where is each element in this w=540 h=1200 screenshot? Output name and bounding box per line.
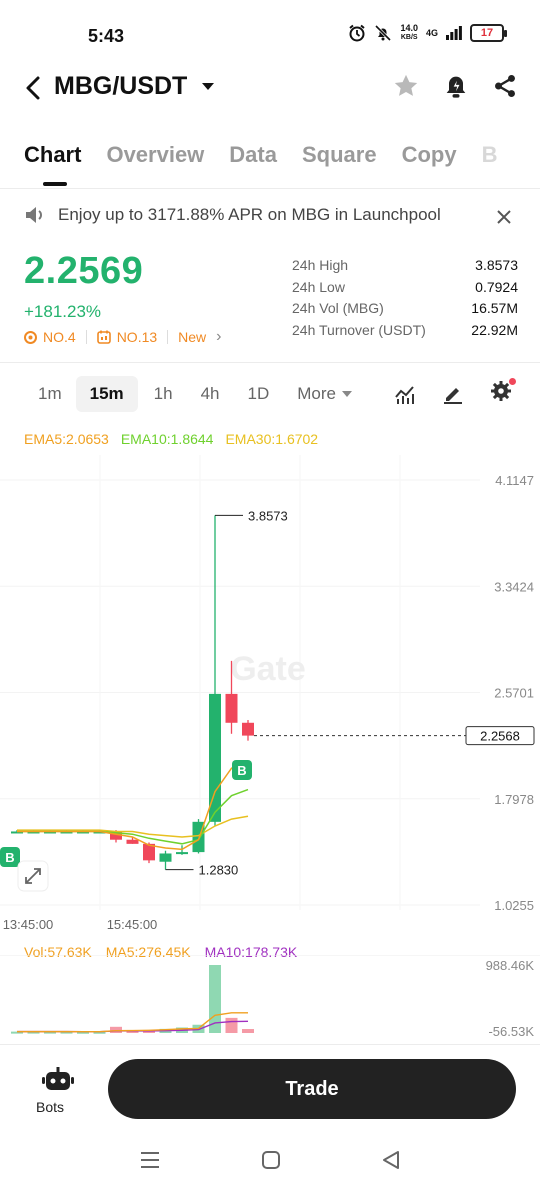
home-icon[interactable]	[261, 1150, 281, 1170]
volume-bar	[110, 1026, 122, 1033]
tf-4h[interactable]: 4h	[187, 376, 234, 412]
watermark-text: Gate	[230, 650, 306, 688]
tab-copy[interactable]: Copy	[402, 142, 457, 168]
candle-body	[159, 853, 172, 862]
tab-square[interactable]: Square	[302, 142, 377, 168]
stat-24h-high: 24h High 3.8573	[292, 257, 518, 273]
volume-bar	[242, 1029, 254, 1033]
rank-badge-2[interactable]: NO.13	[96, 329, 157, 345]
signal-icon	[446, 26, 462, 40]
alarm-icon	[349, 24, 366, 42]
header-actions	[392, 72, 518, 100]
caret-down-icon[interactable]	[201, 82, 215, 92]
tf-15m[interactable]: 15m	[75, 376, 138, 412]
menu-icon[interactable]	[139, 1150, 161, 1170]
caret-down-icon	[341, 390, 352, 397]
buy-badge-label: B	[5, 850, 14, 865]
bots-label[interactable]: Bots	[36, 1099, 64, 1115]
y-tick-label: 2.5701	[494, 686, 534, 701]
new-tag[interactable]: New	[178, 329, 206, 345]
volume-chart[interactable]: 988.46K -56.53K	[0, 955, 540, 1045]
candle-body	[225, 693, 238, 723]
rank-separator	[167, 330, 169, 344]
tab-bar: Chart Overview Data Square Copy B	[24, 142, 524, 168]
draw-pen-icon[interactable]	[442, 383, 464, 405]
volume-max-label: 988.46K	[486, 958, 535, 973]
low-marker-label: 1.2830	[199, 863, 239, 878]
network-type: 4G	[425, 28, 438, 38]
calendar-icon	[96, 330, 111, 344]
trade-button[interactable]: Trade	[108, 1059, 516, 1119]
pair-title[interactable]: MBG/USDT	[54, 72, 187, 101]
speaker-icon	[26, 207, 42, 223]
ema30-label: EMA30:1.6702	[225, 431, 319, 447]
rank-circle-icon	[24, 330, 37, 344]
status-time: 5:43	[88, 26, 125, 46]
notification-dot	[509, 378, 516, 385]
y-tick-label: 1.0255	[494, 898, 534, 913]
last-price: 2.2569	[24, 250, 144, 292]
robot-icon[interactable]	[40, 1066, 76, 1094]
status-icons: 14.0 KB/S 4G 17	[348, 23, 507, 42]
timeframe-bar: 1m 15m 1h 4h 1D More	[24, 376, 366, 412]
settings-button[interactable]	[490, 378, 516, 407]
alert-bell-icon[interactable]	[442, 72, 470, 100]
divider	[0, 362, 540, 363]
price-change: +181.23%	[24, 302, 102, 321]
ema10-label: EMA10:1.8644	[120, 431, 214, 447]
back-triangle-icon[interactable]	[381, 1150, 401, 1170]
close-icon[interactable]	[496, 209, 512, 225]
y-tick-label: 3.3424	[494, 579, 534, 594]
y-tick-label: 1.7978	[494, 792, 534, 807]
candle-body	[126, 839, 139, 844]
volume-bar	[225, 1017, 238, 1033]
x-tick-label: 15:45:00	[107, 917, 158, 932]
tab-overview[interactable]: Overview	[106, 142, 204, 168]
volume-min-label: -56.53K	[488, 1024, 534, 1039]
y-tick-label: 4.1147	[495, 473, 534, 488]
high-marker-label: 3.8573	[248, 508, 288, 523]
stat-24h-turnover: 24h Turnover (USDT) 22.92M	[292, 321, 518, 338]
mute-bell-icon	[375, 24, 392, 42]
tab-overflow[interactable]: B	[482, 142, 498, 168]
tf-1h[interactable]: 1h	[140, 376, 187, 412]
buy-badge-label: B	[237, 763, 246, 778]
stat-24h-low: 24h Low 0.7924	[292, 278, 518, 295]
chevron-right-icon[interactable]: ›	[216, 328, 221, 346]
tf-1m[interactable]: 1m	[24, 376, 76, 412]
rank-separator	[85, 330, 87, 344]
tab-chart[interactable]: Chart	[24, 142, 81, 168]
stat-24h-vol: 24h Vol (MBG) 16.57M	[292, 300, 518, 316]
x-tick-label: 13:45:00	[3, 917, 54, 932]
rank-row[interactable]: NO.4 NO.13 New ›	[24, 328, 222, 346]
tf-1d[interactable]: 1D	[234, 376, 284, 412]
announcement-banner[interactable]: Enjoy up to 3171.88% APR on MBG in Launc…	[24, 205, 441, 225]
ema-legend: EMA5:2.0653 EMA10:1.8644 EMA30:1.6702	[24, 431, 318, 447]
stats-panel: 24h High 3.8573 24h Low 0.7924 24h Vol (MB…	[292, 257, 518, 343]
candle-body	[176, 852, 188, 855]
ema5-label: EMA5:2.0653	[24, 431, 109, 447]
banner-text: Enjoy up to 3171.88% APR on MBG in Launc…	[58, 205, 441, 224]
tab-active-indicator	[43, 182, 67, 186]
candle-body	[242, 722, 254, 736]
rank-badge-1[interactable]: NO.4	[24, 329, 76, 345]
current-price-label: 2.2568	[480, 729, 520, 744]
indicator-icon[interactable]	[394, 383, 416, 405]
favorite-star-icon[interactable]	[392, 72, 420, 100]
tf-more-dropdown[interactable]: More	[283, 376, 366, 412]
chart-tools	[394, 378, 516, 407]
divider	[0, 188, 540, 189]
back-arrow-icon[interactable]	[22, 72, 46, 104]
net-speed: 14.0 KB/S	[400, 23, 418, 42]
tab-data[interactable]: Data	[229, 142, 277, 168]
candlestick-chart[interactable]: 4.1147 3.3424 2.5701 1.7978 1.0255 Gate 3.8573…	[0, 455, 540, 935]
system-nav-bar	[0, 1150, 540, 1170]
battery-icon: 17	[470, 24, 507, 42]
share-icon[interactable]	[492, 73, 518, 99]
